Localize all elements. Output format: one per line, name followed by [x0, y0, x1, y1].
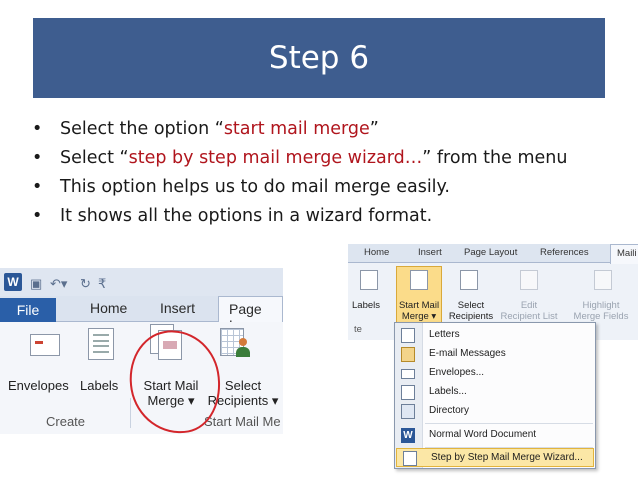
directory-icon [401, 404, 415, 419]
envelopes-icon [30, 334, 60, 356]
redo-icon[interactable]: ↻ [80, 276, 91, 292]
menu-item-step-by-step-wizard[interactable]: Step by Step Mail Merge Wizard... [396, 448, 594, 467]
customize-icon[interactable]: ₹ [98, 276, 106, 292]
ribbon-tab-row: File Home Insert Page Lay [0, 296, 283, 333]
tab-insert[interactable]: Insert [160, 300, 195, 316]
document-icon [401, 328, 415, 343]
email-icon [401, 347, 415, 362]
tab-mailings[interactable]: Maili [610, 244, 638, 264]
word-icon: W [401, 428, 415, 443]
edit-recipient-list-button[interactable]: Edit Recipient List [496, 300, 562, 322]
menu-item-normal-word-document[interactable]: W Normal Word Document [395, 426, 595, 445]
select-recipients-icon [460, 270, 478, 290]
group-label-start-mail-merge: Start Mail Me [204, 414, 281, 429]
tab-home[interactable]: Home [90, 300, 127, 316]
start-mail-merge-button[interactable]: Start Mail Merge ▾ [396, 300, 442, 322]
select-recipients-icon [220, 328, 254, 360]
menu-separator [425, 423, 593, 424]
start-mail-merge-icon [410, 270, 428, 290]
envelope-icon [401, 369, 415, 379]
group-label-fragment: te [354, 324, 362, 335]
save-icon[interactable]: ▣ [30, 276, 42, 292]
highlight-merge-fields-button[interactable]: Highlight Merge Fields [568, 300, 634, 322]
ribbon-tab-row: Home Insert Page Layout References Maili [348, 244, 638, 264]
bullet-list: Select the option “start mail merge” Sel… [30, 118, 590, 234]
word-app-icon: W [4, 273, 22, 291]
start-mail-merge-menu: Letters E-mail Messages Envelopes... Lab… [394, 322, 596, 469]
edit-recipient-list-icon [520, 270, 538, 290]
wizard-icon [403, 451, 417, 466]
menu-item-envelopes[interactable]: Envelopes... [395, 364, 595, 383]
tab-references[interactable]: References [540, 247, 589, 258]
labels-icon [360, 270, 378, 290]
tab-home[interactable]: Home [364, 247, 389, 258]
slide-title: Step 6 [268, 40, 370, 76]
labels-icon [401, 385, 415, 400]
menu-item-directory[interactable]: Directory [395, 402, 595, 421]
bullet-item: It shows all the options in a wizard for… [30, 205, 590, 228]
undo-icon[interactable]: ↶▾ [50, 276, 67, 292]
bullet-item: Select the option “start mail merge” [30, 118, 590, 141]
group-divider [130, 398, 131, 428]
slide-title-bar: Step 6 [33, 18, 605, 98]
tab-file[interactable]: File [0, 298, 56, 322]
tab-insert[interactable]: Insert [418, 247, 442, 258]
menu-item-email-messages[interactable]: E-mail Messages [395, 345, 595, 364]
quick-access-toolbar: W ▣ ↶▾ ↻ ₹ [0, 268, 283, 296]
bullet-item: This option helps us to do mail merge ea… [30, 176, 590, 199]
labels-icon [88, 328, 114, 360]
labels-button[interactable]: Labels [80, 378, 118, 393]
menu-item-labels[interactable]: Labels... [395, 383, 595, 402]
word-ribbon-screenshot: W ▣ ↶▾ ↻ ₹ File Home Insert Page Lay Env… [0, 268, 283, 434]
group-label-create: Create [46, 414, 86, 429]
envelopes-button[interactable]: Envelopes [8, 378, 69, 393]
menu-item-letters[interactable]: Letters [395, 326, 595, 345]
labels-button[interactable]: Labels [352, 300, 380, 311]
tab-page-layout[interactable]: Page Lay [218, 296, 283, 333]
bullet-item: Select “step by step mail merge wizard…”… [30, 147, 590, 170]
tab-page-layout[interactable]: Page Layout [464, 247, 517, 258]
highlight-merge-fields-icon [594, 270, 612, 290]
